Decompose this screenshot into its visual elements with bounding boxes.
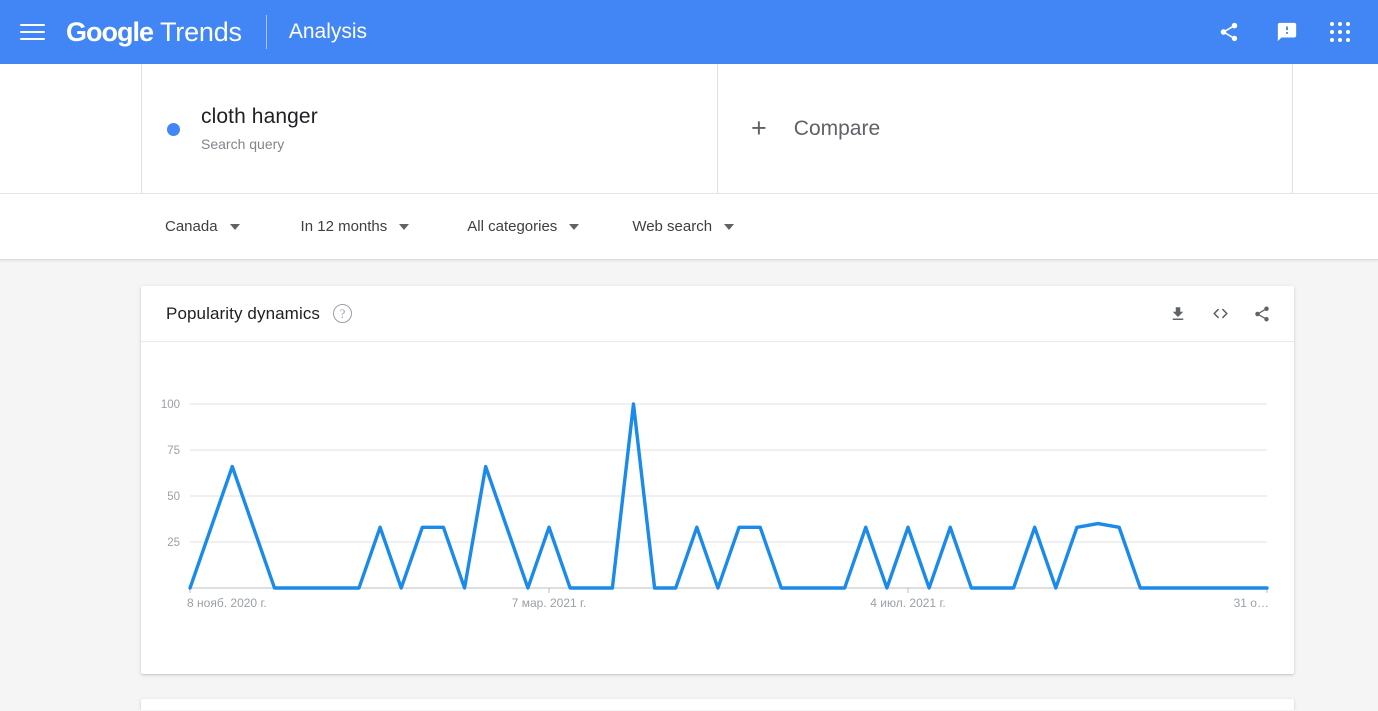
apps-dot (1346, 38, 1350, 42)
chevron-down-icon (569, 223, 580, 230)
appbar-actions (1214, 17, 1350, 47)
filter-bar: Canada In 12 months All categories Web s… (0, 194, 1378, 260)
embed-code-icon[interactable] (1208, 302, 1232, 326)
chevron-down-icon (724, 223, 735, 230)
y-axis-tick-label: 25 (167, 537, 180, 549)
filter-search-type[interactable]: Web search (632, 218, 735, 235)
filter-location[interactable]: Canada (165, 218, 240, 235)
x-axis-tick-label: 31 о… (1234, 596, 1269, 610)
trends-chart[interactable]: 25 50 75 100 8 нояб. 2020 г. 7 мар. 2021 г. 4… (141, 342, 1294, 674)
y-axis-tick-label: 75 (167, 445, 180, 457)
hamburger-line (20, 24, 45, 26)
apps-dot (1330, 22, 1334, 26)
search-terms-row: cloth hanger Search query + Compare (0, 64, 1378, 194)
filter-category[interactable]: All categories (467, 218, 580, 235)
download-icon[interactable] (1166, 302, 1190, 326)
chevron-down-icon (229, 223, 240, 230)
search-term-card[interactable]: cloth hanger Search query (142, 64, 718, 193)
trends-chart-svg: 25 50 75 100 8 нояб. 2020 г. 7 мар. 2021 г. 4… (161, 399, 1269, 610)
chart-x-axis-labels: 8 нояб. 2020 г. 7 мар. 2021 г. 4 июл. 2021… (187, 596, 1269, 610)
apps-dot (1346, 30, 1350, 34)
apps-dot (1330, 30, 1334, 34)
compare-label: Compare (793, 116, 881, 140)
main-content: Popularity dynamics ? 25 50 75 100 8 ноя… (0, 260, 1378, 710)
term-trailing-spacer (1293, 64, 1378, 193)
series-color-dot (167, 123, 180, 136)
y-axis-tick-label: 100 (161, 399, 180, 411)
hamburger-line (20, 31, 45, 33)
apps-dot (1338, 22, 1342, 26)
plus-icon: + (751, 113, 767, 143)
x-axis-tick-label: 4 июл. 2021 г. (870, 596, 945, 610)
next-card-placeholder (141, 699, 1294, 710)
help-circle-icon[interactable]: ? (333, 304, 353, 323)
filter-time-range-label: In 12 months (300, 218, 388, 235)
filter-time-range[interactable]: In 12 months (301, 218, 410, 235)
compare-button[interactable]: + Compare (718, 64, 1293, 193)
chart-y-axis-labels: 25 50 75 100 (161, 399, 180, 549)
share-icon[interactable] (1214, 17, 1244, 47)
popularity-dynamics-card: Popularity dynamics ? 25 50 75 100 8 ноя… (141, 286, 1294, 674)
card-actions (1166, 302, 1274, 326)
filter-category-label: All categories (467, 218, 558, 235)
feedback-icon[interactable] (1272, 17, 1302, 47)
y-axis-tick-label: 50 (167, 491, 180, 503)
x-axis-tick-label: 7 мар. 2021 г. (512, 596, 587, 610)
app-bar: Google Trends Analysis (0, 0, 1378, 64)
search-term-title: cloth hanger (201, 105, 318, 128)
search-term-texts: cloth hanger Search query (201, 104, 318, 153)
brand-trends: Trends (160, 16, 242, 47)
apps-dot (1338, 38, 1342, 42)
share-icon[interactable] (1250, 302, 1274, 326)
filter-location-label: Canada (165, 218, 218, 235)
x-axis-tick-label: 8 нояб. 2020 г. (187, 596, 267, 610)
google-trends-logo[interactable]: Google Trends (66, 17, 242, 48)
apps-dot (1338, 30, 1342, 34)
brand-google: Google (66, 16, 154, 47)
card-title: Popularity dynamics (166, 303, 321, 323)
chevron-down-icon (399, 223, 410, 230)
hamburger-menu-icon[interactable] (20, 18, 48, 46)
apps-dot (1330, 38, 1334, 42)
apps-grid-icon[interactable] (1330, 22, 1350, 42)
search-term-subtitle: Search query (201, 136, 285, 152)
page-title: Analysis (288, 20, 368, 43)
hamburger-line (20, 38, 45, 40)
term-leading-spacer (0, 64, 142, 193)
filter-search-type-label: Web search (632, 218, 713, 235)
apps-dot (1346, 22, 1350, 26)
card-header: Popularity dynamics ? (141, 286, 1294, 342)
appbar-divider (265, 15, 267, 49)
